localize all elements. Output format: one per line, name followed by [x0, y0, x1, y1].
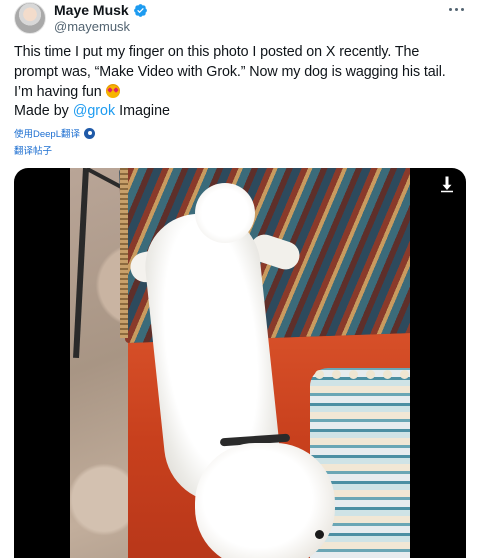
author-name-row: Maye Musk: [54, 2, 148, 18]
pillow-pom: [349, 370, 358, 379]
star-struck-emoji-icon: [105, 84, 120, 98]
made-by-suffix: Imagine: [115, 103, 170, 119]
more-options-icon[interactable]: [446, 3, 466, 15]
post-body: This time I put my finger on this photo …: [14, 44, 446, 100]
author-handle[interactable]: @mayemusk: [54, 19, 130, 34]
pillow-pom: [383, 370, 392, 379]
pillow-pom: [315, 370, 324, 379]
pillow-pom: [400, 370, 409, 379]
dog-eye: [315, 530, 324, 539]
dog-head: [195, 443, 335, 558]
deepl-logo-icon: [84, 127, 95, 139]
blanket-fringe: [120, 168, 128, 338]
author-display-name[interactable]: Maye Musk: [54, 2, 129, 18]
deepl-translate-label: 使用DeepL翻译: [14, 129, 80, 140]
pillow-pom: [366, 370, 375, 379]
verified-badge-icon: [133, 3, 148, 18]
author-avatar[interactable]: [14, 2, 46, 34]
video-frame: [70, 168, 410, 558]
post-text: This time I put my finger on this photo …: [14, 42, 464, 102]
dog-tail: [195, 183, 255, 243]
made-by-line: Made by @grok Imagine: [14, 103, 170, 119]
pillow-pom: [332, 370, 341, 379]
download-icon[interactable]: [438, 175, 456, 193]
video-player[interactable]: [14, 168, 466, 558]
grok-mention-link[interactable]: @grok: [73, 103, 115, 119]
translate-post-link[interactable]: 翻译帖子: [14, 143, 52, 157]
made-by-prefix: Made by: [14, 103, 69, 119]
deepl-translate-link[interactable]: 使用DeepL翻译: [14, 126, 95, 140]
